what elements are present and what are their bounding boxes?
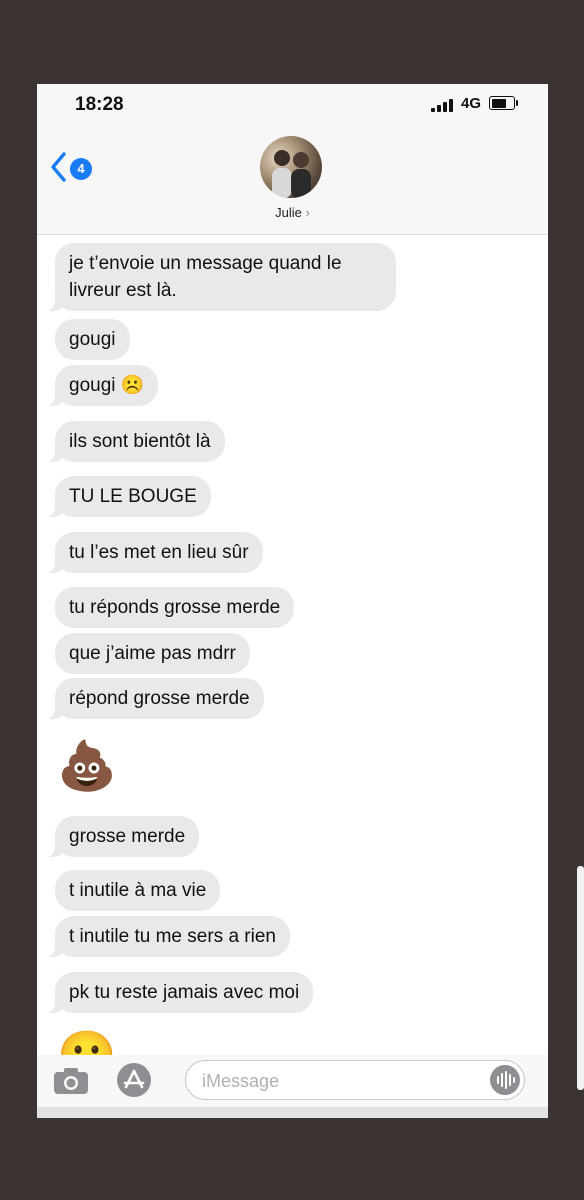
message-text: grosse merde (69, 826, 186, 847)
cellular-signal-icon (431, 98, 453, 112)
bubble-tail (43, 701, 67, 719)
chevron-right-icon: › (305, 205, 310, 220)
contact-name-label: Julie (275, 205, 302, 220)
input-placeholder: iMessage (202, 1071, 280, 1091)
poop-emoji-message[interactable]: 💩 (57, 739, 117, 795)
app-store-icon[interactable] (117, 1063, 151, 1097)
audio-waveform-icon[interactable] (490, 1065, 520, 1095)
message-text: tu l’es met en lieu sûr (69, 542, 249, 563)
message-text: gougi (69, 329, 116, 350)
battery-icon (489, 96, 518, 110)
bubble-tail (43, 388, 67, 406)
message-text: gougi ☹️ (69, 375, 145, 396)
bubble-tail (43, 499, 67, 517)
app-drawer-strip (37, 1107, 548, 1118)
message-text: t inutile tu me sers a rien (69, 926, 276, 947)
message-thread[interactable]: je t’envoie un message quand le livreur … (37, 235, 548, 1083)
status-time: 18:28 (75, 94, 124, 115)
contact-avatar[interactable] (260, 136, 322, 198)
message-text: répond grosse merde (69, 688, 250, 709)
message-bubble[interactable]: tu réponds grosse merde (55, 587, 295, 628)
message-composer: iMessage (37, 1055, 548, 1107)
message-bubble[interactable]: que j’aime pas mdrr (55, 633, 250, 674)
unread-count-badge[interactable]: 4 (70, 158, 92, 180)
message-bubble[interactable]: ils sont bientôt là (43, 421, 225, 462)
message-text: t inutile à ma vie (69, 880, 207, 901)
message-bubble[interactable]: t inutile tu me sers a rien (43, 916, 290, 957)
contact-name[interactable]: Julie › (37, 205, 548, 220)
status-bar: 18:28 4G (37, 84, 548, 128)
message-text: ils sont bientôt là (69, 431, 211, 452)
message-bubble[interactable]: grosse merde (43, 816, 200, 857)
message-bubble[interactable]: tu l’es met en lieu sûr (43, 532, 263, 573)
bubble-tail (43, 939, 67, 957)
conversation-header: 4 Julie › (37, 128, 548, 235)
message-bubble[interactable]: pk tu reste jamais avec moi (43, 972, 314, 1013)
message-text: que j’aime pas mdrr (69, 643, 236, 664)
bubble-tail (43, 444, 67, 462)
bubble-tail (43, 839, 67, 857)
message-bubble[interactable]: TU LE BOUGE (43, 476, 211, 517)
phone-screen: 18:28 4G 4 Julie › je t’envoie un messag… (37, 84, 548, 1118)
message-bubble[interactable]: je t’envoie un message quand le livreur … (43, 243, 396, 311)
message-text: tu réponds grosse merde (69, 597, 281, 618)
bubble-tail (43, 293, 67, 311)
message-bubble[interactable]: répond grosse merde (43, 678, 264, 719)
message-bubble[interactable]: t inutile à ma vie (55, 870, 221, 911)
scroll-handle[interactable] (577, 866, 584, 1090)
message-bubble[interactable]: gougi (55, 319, 130, 360)
message-bubble[interactable]: gougi ☹️ (43, 365, 159, 406)
bubble-tail (43, 995, 67, 1013)
message-text: je t’envoie un message quand le livreur … (69, 253, 342, 301)
network-type: 4G (461, 95, 482, 112)
camera-icon[interactable] (53, 1067, 89, 1095)
message-text: pk tu reste jamais avec moi (69, 982, 300, 1003)
message-text: TU LE BOUGE (69, 486, 197, 507)
bubble-tail (43, 555, 67, 573)
chevron-left-icon[interactable] (49, 150, 69, 184)
imessage-input[interactable]: iMessage (185, 1060, 525, 1100)
